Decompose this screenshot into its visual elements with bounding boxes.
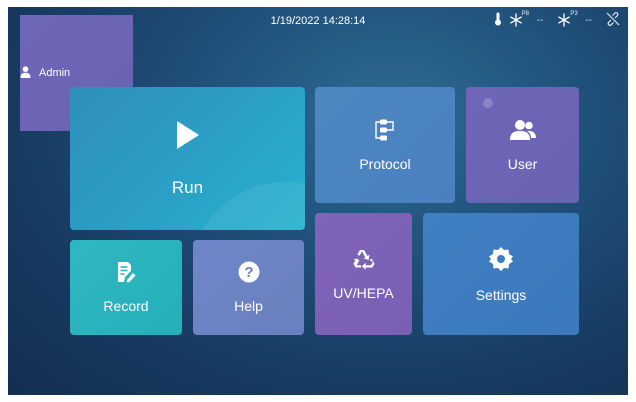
edit-document-icon <box>116 261 136 288</box>
settings-label: Settings <box>475 286 527 303</box>
help-tile[interactable]: ? Help <box>193 240 304 335</box>
settings-tile[interactable]: Settings <box>423 213 579 335</box>
protocol-label: Protocol <box>359 155 411 172</box>
person-icon <box>20 65 31 81</box>
decorative-dot <box>483 98 493 108</box>
svg-text:?: ? <box>244 264 253 281</box>
sensor-p3-value: -- <box>585 15 592 26</box>
top-status-bar: Admin 1/19/2022 14:28:14 P8 -- P3 -- <box>8 7 628 131</box>
user-name: Admin <box>39 67 71 79</box>
uvhepa-tile[interactable]: UV/HEPA <box>315 213 412 335</box>
sensor-p3: P3 <box>557 10 579 29</box>
users-icon <box>509 119 537 146</box>
snowflake-icon <box>509 13 522 26</box>
question-icon: ? <box>238 261 260 288</box>
uvhepa-label: UV/HEPA <box>333 284 394 301</box>
decorative-bubble <box>190 182 305 230</box>
protocol-tile[interactable]: Protocol <box>315 87 455 203</box>
user-tile[interactable]: User <box>466 87 579 203</box>
sensor-p8-tag: P8 <box>521 10 529 17</box>
snowflake-icon <box>558 13 571 26</box>
sensor-p8: P8 <box>509 10 531 29</box>
flow-icon <box>374 119 396 146</box>
gear-icon <box>488 246 514 277</box>
record-tile[interactable]: Record <box>70 240 182 335</box>
main-screen: Admin 1/19/2022 14:28:14 P8 -- P3 -- Run… <box>8 7 628 395</box>
link-off-icon[interactable] <box>606 12 620 29</box>
run-tile[interactable]: Run <box>70 87 305 230</box>
run-label: Run <box>171 178 204 197</box>
status-indicators: P8 -- P3 -- <box>493 10 620 29</box>
recycle-icon <box>352 248 376 275</box>
user-label: User <box>507 155 538 172</box>
record-label: Record <box>103 298 149 314</box>
help-label: Help <box>234 298 263 314</box>
sensor-p8-value: -- <box>536 15 544 26</box>
play-icon <box>175 119 201 156</box>
thermometer-icon <box>493 12 503 29</box>
sensor-p3-tag: P3 <box>570 10 578 17</box>
